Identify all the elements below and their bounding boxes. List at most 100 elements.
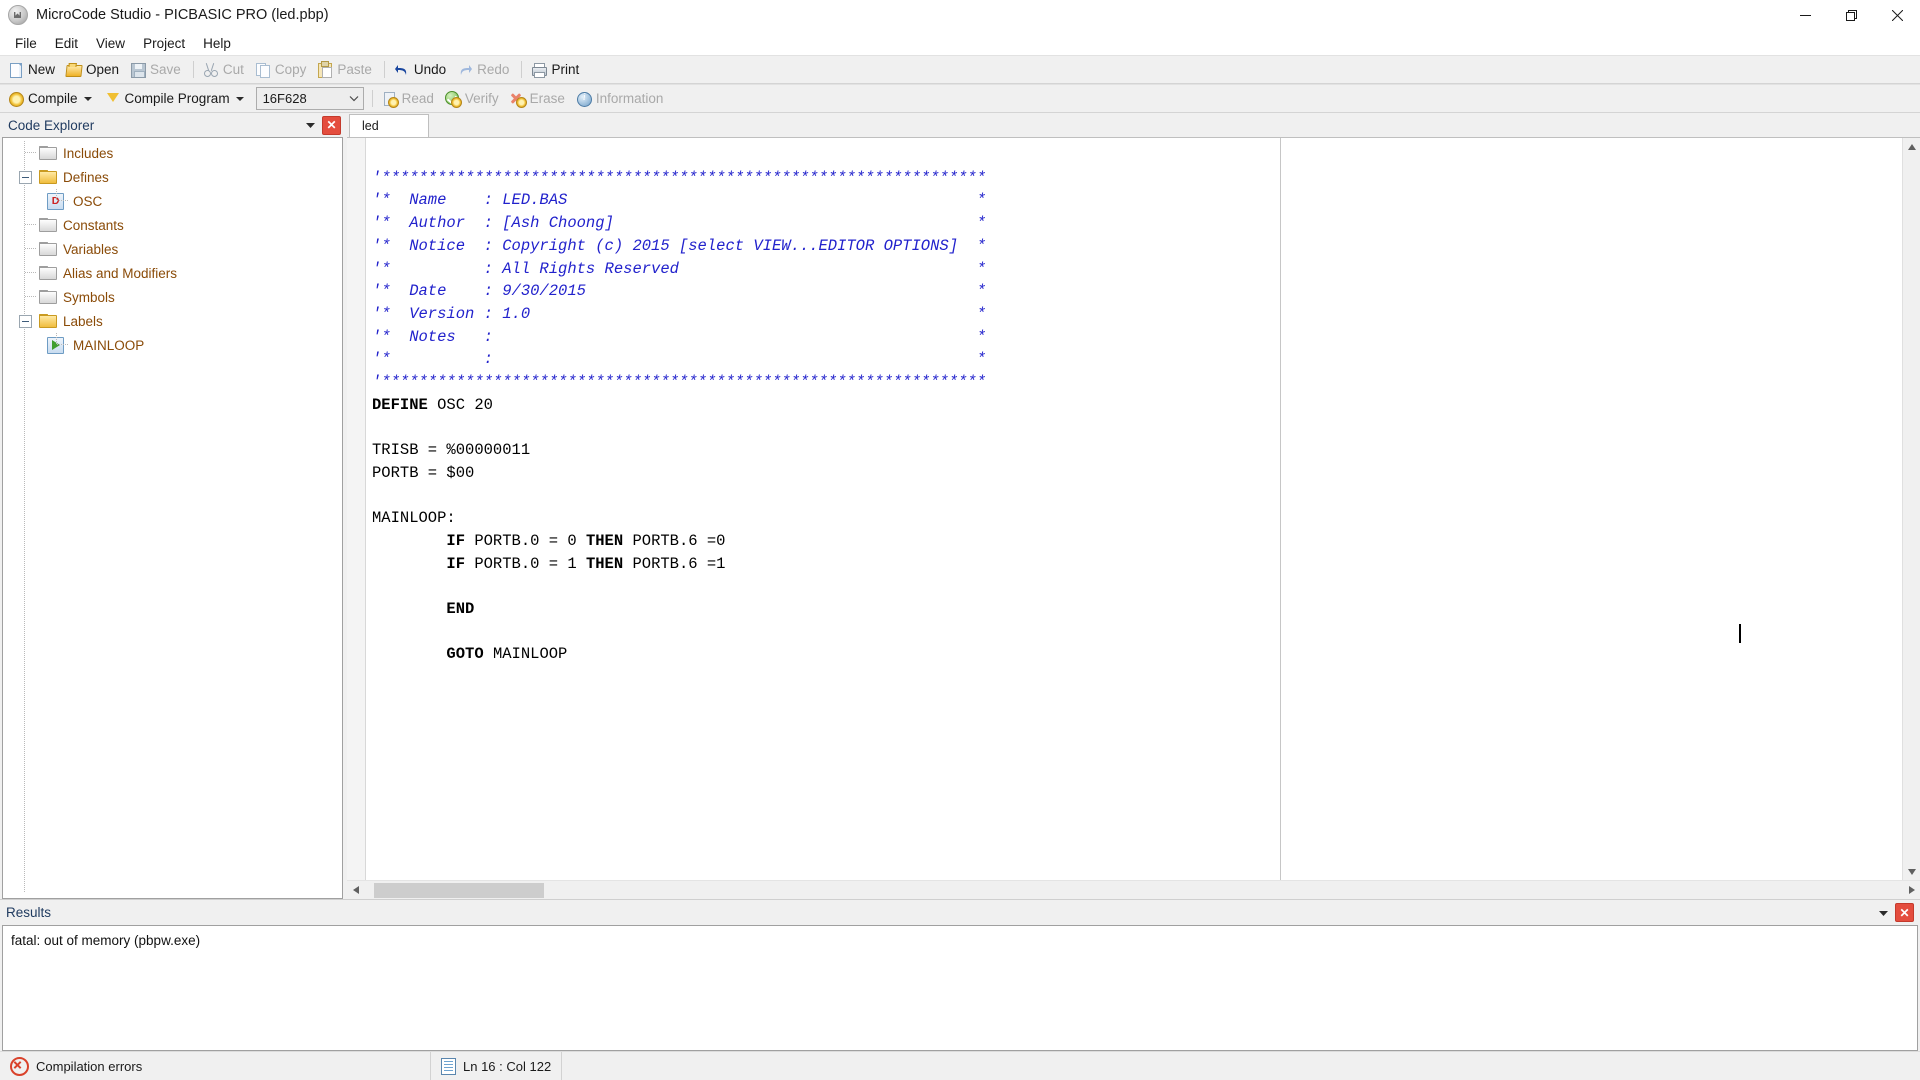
- results-output-line: fatal: out of memory (pbpw.exe): [11, 933, 201, 948]
- menu-file[interactable]: File: [6, 33, 46, 54]
- close-button[interactable]: [1874, 0, 1920, 30]
- status-bar: Compilation errors Ln 16 : Col 122: [0, 1051, 1920, 1080]
- menu-edit[interactable]: Edit: [46, 33, 87, 54]
- paste-button[interactable]: Paste: [313, 57, 379, 82]
- code-line: PORTB = $00: [372, 463, 475, 482]
- tree-item-defines[interactable]: Defines: [3, 165, 342, 189]
- editor-vertical-scrollbar[interactable]: [1902, 138, 1920, 880]
- close-icon[interactable]: ✕: [322, 115, 341, 135]
- scroll-up-icon[interactable]: [1903, 138, 1920, 155]
- chevron-down-icon[interactable]: [301, 116, 319, 134]
- tree-item-alias-and-modifiers[interactable]: Alias and Modifiers: [3, 261, 342, 285]
- code-explorer-header: Code Explorer ✕: [0, 113, 347, 137]
- hscroll-track[interactable]: [364, 882, 1903, 899]
- code-keyword: IF: [446, 531, 466, 550]
- open-button-label: Open: [86, 62, 120, 77]
- tree-item-mainloop[interactable]: MAINLOOP: [3, 333, 342, 357]
- code-line: PORTB.6 =1: [623, 554, 726, 573]
- undo-button[interactable]: Undo: [390, 57, 453, 82]
- text-cursor: [1739, 624, 1741, 643]
- scroll-down-icon[interactable]: [1903, 863, 1920, 880]
- cut-button-label: Cut: [222, 62, 244, 77]
- maximize-button[interactable]: [1828, 0, 1874, 30]
- collapse-toggle-icon[interactable]: [19, 314, 32, 328]
- compile-gear-icon: [8, 91, 24, 107]
- editor-tabstrip: led: [347, 113, 1920, 137]
- close-icon[interactable]: ✕: [1895, 903, 1914, 922]
- paste-clipboard-icon: [317, 60, 333, 78]
- undo-arrow-icon: [394, 62, 410, 78]
- erase-button[interactable]: Erase: [506, 86, 572, 111]
- tree-item-symbols[interactable]: Symbols: [3, 285, 342, 309]
- code-line: '* Date : 9/30/2015 *: [372, 282, 986, 301]
- main-content: Code Explorer ✕ Includes Defines D OSC C…: [0, 113, 1920, 899]
- scroll-right-icon[interactable]: [1903, 882, 1920, 899]
- tab-label: led: [362, 119, 379, 133]
- tree-item-includes[interactable]: Includes: [3, 141, 342, 165]
- copy-button[interactable]: Copy: [251, 57, 314, 82]
- new-button-label: New: [28, 62, 56, 77]
- tree-item-labels[interactable]: Labels: [3, 309, 342, 333]
- copy-pages-icon: [255, 62, 271, 78]
- redo-button[interactable]: Redo: [453, 57, 516, 82]
- results-output[interactable]: fatal: out of memory (pbpw.exe): [2, 925, 1918, 1051]
- chevron-down-icon[interactable]: [83, 96, 92, 101]
- tree-item-label: OSC: [73, 193, 103, 209]
- tree-item-constants[interactable]: Constants: [3, 213, 342, 237]
- code-keyword: GOTO: [446, 645, 484, 664]
- code-text-area[interactable]: '***************************************…: [366, 138, 1902, 880]
- minimize-button[interactable]: [1782, 0, 1828, 30]
- tab-led[interactable]: led: [349, 114, 429, 137]
- code-line: '* : *: [372, 350, 986, 369]
- menu-project[interactable]: Project: [134, 33, 194, 54]
- editor-split-divider[interactable]: [1280, 138, 1281, 880]
- redo-button-label: Redo: [477, 62, 510, 77]
- folder-icon: [39, 218, 57, 232]
- scroll-left-icon[interactable]: [347, 882, 364, 899]
- open-button[interactable]: Open: [62, 57, 126, 82]
- folder-open-icon: [39, 314, 57, 328]
- code-explorer-tree[interactable]: Includes Defines D OSC Constants Variabl…: [2, 137, 343, 899]
- verify-button[interactable]: Verify: [441, 86, 506, 111]
- chevron-down-icon[interactable]: [1874, 904, 1892, 922]
- compile-program-button[interactable]: Compile Program: [101, 86, 253, 111]
- information-button[interactable]: Information: [572, 86, 671, 111]
- compile-button[interactable]: Compile: [4, 86, 101, 111]
- chevron-down-icon[interactable]: [235, 96, 244, 101]
- editor-horizontal-scrollbar[interactable]: [347, 880, 1920, 899]
- code-line: '***************************************…: [372, 168, 986, 187]
- hscroll-thumb[interactable]: [374, 882, 544, 898]
- print-button[interactable]: Print: [527, 57, 586, 82]
- code-keyword: END: [446, 600, 475, 619]
- editor-panel: led '***********************************…: [347, 113, 1920, 899]
- tree-item-label: MAINLOOP: [73, 337, 145, 353]
- cursor-position-icon: [441, 1057, 456, 1075]
- menu-bar: File Edit View Project Help: [0, 31, 1920, 55]
- tree-item-variables[interactable]: Variables: [3, 237, 342, 261]
- code-line: '* Notice : Copyright (c) 2015 [select V…: [372, 236, 986, 255]
- code-line: TRISB = %00000011: [372, 441, 531, 460]
- code-line: PORTB.0 = 0: [465, 531, 586, 550]
- save-button-label: Save: [150, 62, 181, 77]
- cut-button[interactable]: Cut: [199, 57, 251, 82]
- tree-item-label: Defines: [63, 169, 109, 185]
- save-button[interactable]: Save: [126, 57, 188, 82]
- menu-help[interactable]: Help: [194, 33, 240, 54]
- folder-icon: [39, 242, 57, 256]
- device-select[interactable]: 16F628: [255, 87, 364, 110]
- results-title: Results: [6, 905, 52, 920]
- compile-toolbar: Compile Compile Program 16F628 Read Veri…: [0, 84, 1920, 113]
- code-line: '* Name : LED.BAS *: [372, 191, 986, 210]
- erase-button-label: Erase: [529, 91, 565, 106]
- folder-icon: [39, 146, 57, 160]
- new-button[interactable]: New: [4, 57, 62, 82]
- code-line: MAINLOOP: [483, 645, 568, 664]
- menu-view[interactable]: View: [87, 33, 134, 54]
- tree-item-osc[interactable]: D OSC: [3, 189, 342, 213]
- collapse-toggle-icon[interactable]: [19, 170, 32, 184]
- new-document-icon: [8, 62, 24, 78]
- toolbar-separator: [371, 90, 373, 107]
- read-button[interactable]: Read: [378, 86, 441, 111]
- folder-icon: [39, 266, 57, 280]
